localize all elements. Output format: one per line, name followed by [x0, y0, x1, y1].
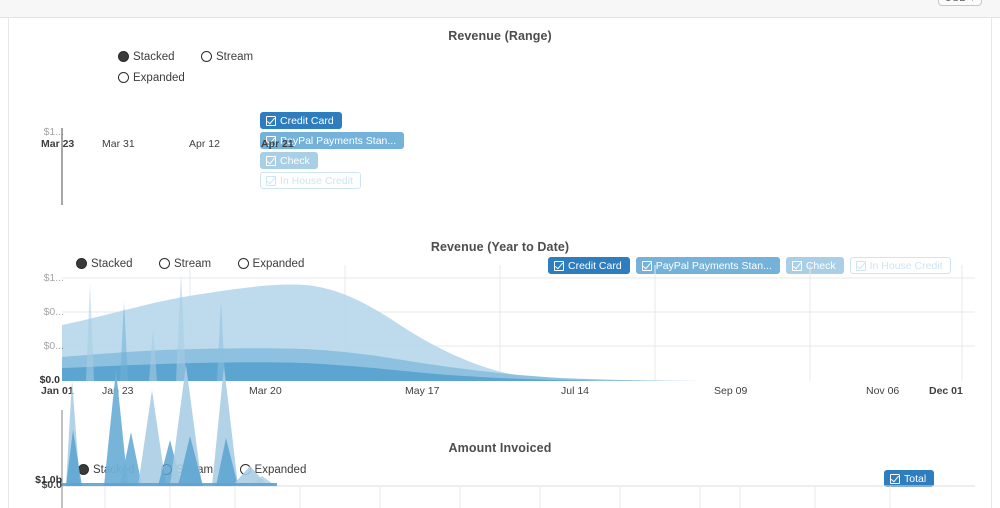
- plot-svg-amount-invoiced: [61, 365, 975, 508]
- x-tick-revenue-ytd-5: Sep 09: [714, 385, 748, 397]
- x-tick-revenue-range-0: Mar 23: [41, 138, 75, 150]
- x-tick-revenue-range-2: Apr 12: [189, 138, 220, 150]
- y-tick-revenue-ytd-2: $0...: [43, 340, 64, 352]
- x-tick-revenue-ytd-3: May 17: [405, 385, 440, 397]
- x-tick-revenue-ytd-4: Jul 14: [561, 385, 590, 397]
- plot-area-amount-invoiced: [0, 365, 1000, 508]
- x-tick-revenue-ytd-6: Nov 06: [866, 385, 900, 397]
- plot-area-revenue-ytd: [0, 205, 1000, 410]
- y-tick-revenue-ytd-1: $0...: [43, 306, 64, 318]
- chart-panel-revenue-range: Revenue (Range) Stacked Stream Expanded …: [0, 0, 1000, 205]
- plot-area-revenue-range: [0, 0, 1000, 205]
- y-tick-revenue-range-0: $1...: [43, 126, 64, 138]
- y-tick-amount-invoiced-1: $0.0: [41, 479, 62, 491]
- chart-panel-revenue-ytd: Revenue (Year to Date) Stacked Stream Ex…: [0, 205, 1000, 410]
- x-tick-revenue-ytd-2: Mar 20: [249, 385, 282, 397]
- x-tick-revenue-range-3: Apr 21: [261, 138, 294, 150]
- grid-vertical: [61, 486, 891, 508]
- x-tick-revenue-ytd-0: Jan 01: [41, 385, 74, 397]
- dashboard-root: USD ▾ Revenue (Range) Stacked Stream Exp…: [0, 0, 1000, 508]
- plot-svg-revenue-ytd: [62, 265, 975, 381]
- chart-panel-amount-invoiced: Amount Invoiced Stacked Stream Expanded …: [0, 365, 1000, 508]
- x-tick-revenue-ytd-7: Dec 01: [929, 385, 963, 397]
- plot-svg-revenue-range: [61, 128, 63, 205]
- y-tick-revenue-ytd-0: $1...: [43, 272, 64, 284]
- x-tick-revenue-range-1: Mar 31: [102, 138, 135, 150]
